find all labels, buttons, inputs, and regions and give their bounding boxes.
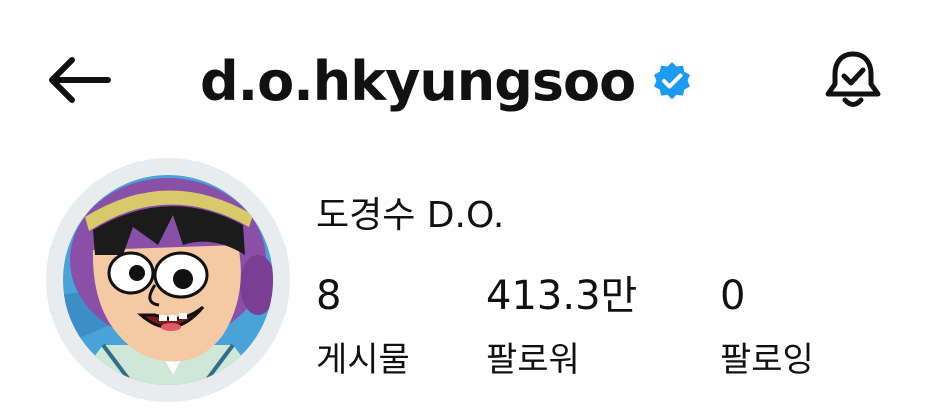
stat-following[interactable]: 0 팔로잉 [720, 270, 814, 386]
followers-count: 413.3만 [486, 273, 638, 319]
stat-posts[interactable]: 8 게시물 [316, 270, 410, 386]
username: d.o.hkyungsoo [200, 49, 636, 113]
stat-followers[interactable]: 413.3만 팔로워 [486, 270, 637, 386]
followers-label: 팔로워 [486, 340, 580, 380]
cartoon-character-avatar [63, 175, 273, 385]
avatar[interactable] [46, 158, 290, 402]
following-label: 팔로잉 [720, 340, 814, 380]
following-count: 0 [720, 273, 746, 319]
back-button[interactable] [44, 52, 114, 108]
header-title: d.o.hkyungsoo [200, 46, 693, 116]
avatar-image [63, 175, 273, 385]
verified-badge-icon [651, 60, 693, 102]
profile-header: d.o.hkyungsoo [0, 0, 944, 150]
notification-bell-button[interactable] [822, 48, 884, 112]
posts-label: 게시물 [316, 340, 410, 380]
display-name: 도경수 D.O. [316, 195, 505, 236]
posts-count: 8 [316, 273, 342, 319]
bell-check-icon [825, 51, 881, 107]
back-arrow-icon [49, 57, 111, 103]
